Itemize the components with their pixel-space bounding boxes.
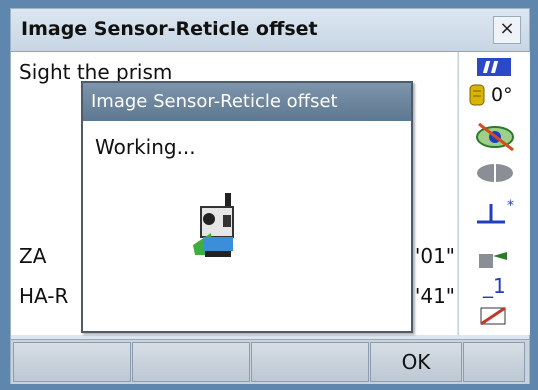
target-icon[interactable] bbox=[473, 122, 517, 156]
ha-label: HA-R bbox=[19, 284, 69, 308]
softkey-1[interactable] bbox=[13, 342, 131, 382]
total-station-icon bbox=[189, 193, 245, 261]
window-title: Image Sensor-Reticle offset bbox=[21, 18, 318, 40]
za-label: ZA bbox=[19, 244, 47, 268]
close-button[interactable]: × bbox=[493, 16, 521, 44]
app-window: Image Sensor-Reticle offset × Sight the … bbox=[10, 8, 530, 384]
ok-button[interactable]: OK bbox=[370, 342, 462, 382]
dialog-title: Image Sensor-Reticle offset bbox=[83, 83, 411, 121]
mode-value: _1 bbox=[483, 274, 506, 298]
softkey-3[interactable] bbox=[251, 342, 369, 382]
softkey-2[interactable] bbox=[132, 342, 250, 382]
angle-value: 0° bbox=[491, 84, 513, 106]
title-bar: Image Sensor-Reticle offset × bbox=[11, 9, 529, 52]
battery-icon bbox=[477, 58, 511, 80]
status-bar: 0° * _1 bbox=[458, 52, 530, 335]
coin-icon bbox=[469, 84, 485, 110]
laser-icon[interactable] bbox=[477, 248, 511, 274]
za-value: '01" bbox=[414, 244, 455, 268]
eraser-icon[interactable] bbox=[479, 306, 509, 330]
softkey-bar: OK bbox=[11, 339, 529, 384]
svg-text:*: * bbox=[507, 198, 514, 214]
prism-icon[interactable] bbox=[475, 162, 515, 188]
softkey-5[interactable] bbox=[463, 342, 525, 382]
ha-value: '41" bbox=[414, 284, 455, 308]
working-dialog: Image Sensor-Reticle offset Working... bbox=[81, 81, 413, 333]
dialog-message: Working... bbox=[95, 135, 196, 159]
tilt-icon[interactable]: * bbox=[473, 198, 517, 230]
